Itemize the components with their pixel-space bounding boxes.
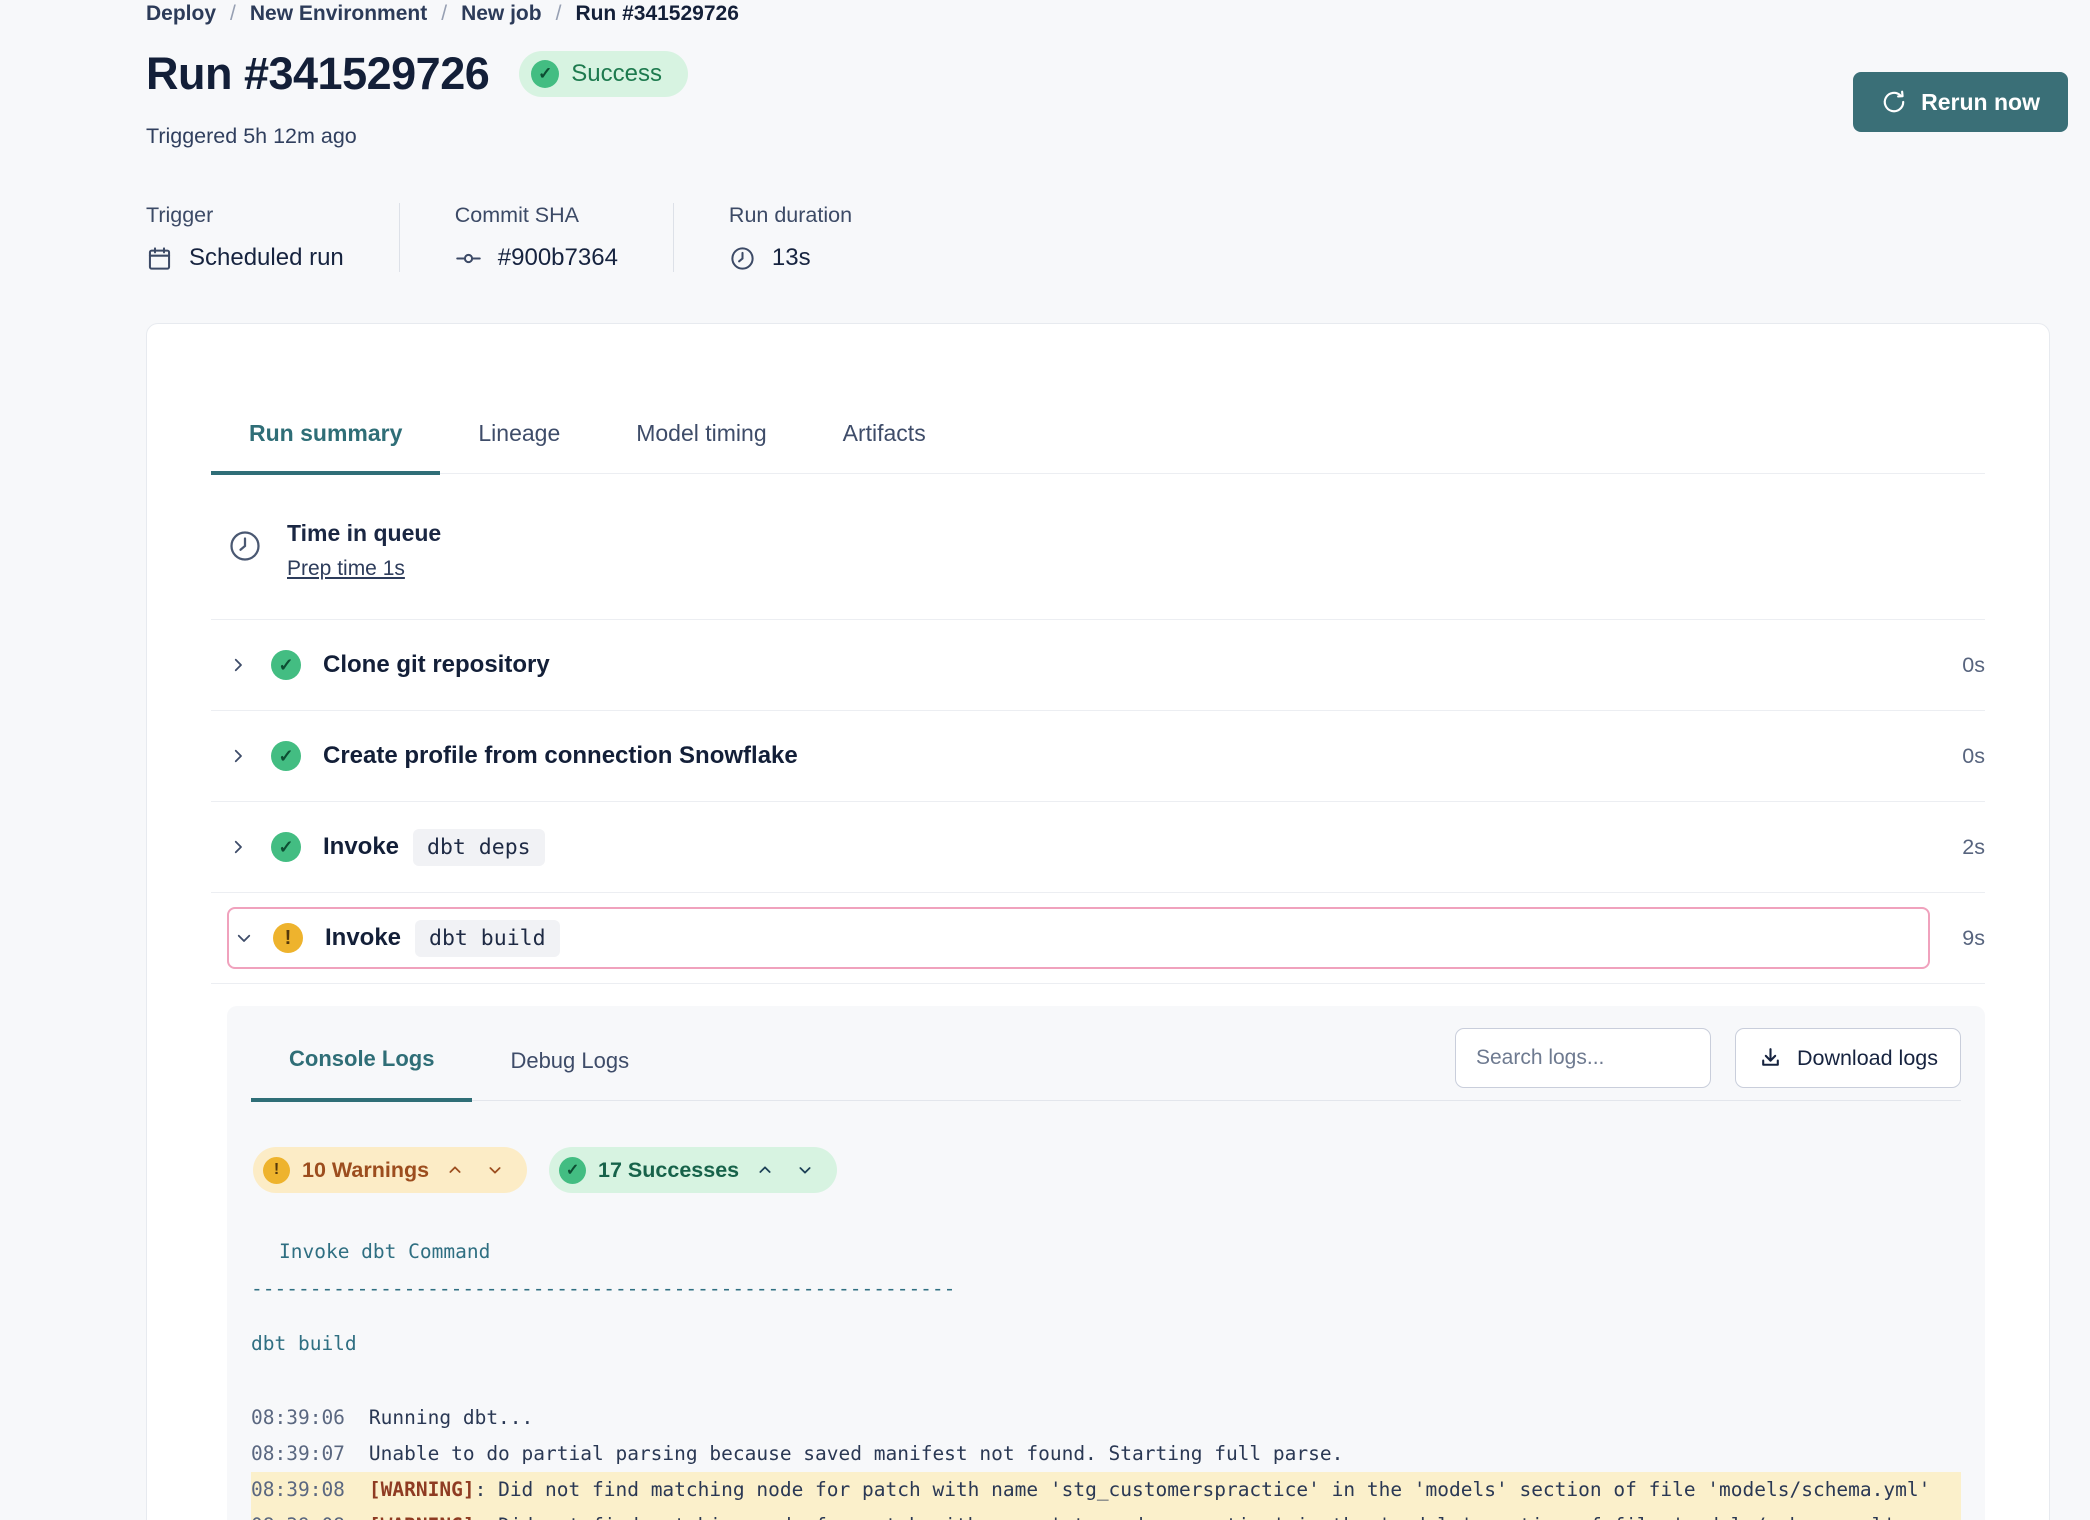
warning-label: [WARNING]	[369, 1514, 475, 1520]
breadcrumb-job[interactable]: New job	[461, 2, 542, 26]
console-log-output: Invoke dbt Command ---------------------…	[251, 1233, 1961, 1520]
run-tabs: Run summary Lineage Model timing Artifac…	[211, 410, 1985, 474]
warning-icon: !	[263, 1157, 290, 1184]
warnings-pill[interactable]: ! 10 Warnings	[253, 1147, 527, 1193]
run-summary-card: Run summary Lineage Model timing Artifac…	[146, 323, 2050, 1520]
commit-value: #900b7364	[498, 244, 618, 272]
breadcrumb-separator: /	[230, 2, 236, 26]
breadcrumb-separator: /	[441, 2, 447, 26]
clock-icon	[729, 245, 756, 272]
warnings-count: 10 Warnings	[302, 1158, 429, 1183]
breadcrumb-run: Run #341529726	[575, 2, 738, 26]
check-icon: ✓	[559, 1157, 586, 1184]
log-timestamp: 08:39:08	[251, 1478, 345, 1501]
time-in-queue-title: Time in queue	[287, 520, 441, 547]
breadcrumb: Deploy / New Environment / New job / Run…	[146, 2, 739, 26]
log-command: dbt build	[251, 1325, 1961, 1362]
log-message: : Did not find matching node for patch w…	[475, 1514, 1896, 1520]
success-check-icon: ✓	[271, 741, 301, 771]
step-title: Create profile from connection Snowflake	[323, 742, 798, 770]
meta-trigger: Trigger Scheduled run	[146, 203, 399, 272]
tab-lineage[interactable]: Lineage	[440, 410, 598, 473]
breadcrumb-deploy[interactable]: Deploy	[146, 2, 216, 26]
breadcrumb-separator: /	[556, 2, 562, 26]
step-title: Clone git repository	[323, 651, 550, 679]
meta-commit: Commit SHA #900b7364	[399, 203, 673, 272]
tab-debug-logs[interactable]: Debug Logs	[472, 1008, 667, 1100]
step-clone-git-repository[interactable]: ✓ Clone git repository 0s	[211, 620, 1985, 711]
warnings-next-button[interactable]	[481, 1158, 509, 1182]
log-timestamp: 08:39:06	[251, 1406, 345, 1429]
successes-count: 17 Successes	[598, 1158, 739, 1183]
log-timestamp: 08:39:07	[251, 1442, 345, 1465]
warning-label: [WARNING]	[369, 1478, 475, 1501]
trigger-value: Scheduled run	[189, 244, 344, 272]
log-command-header: Invoke dbt Command	[251, 1233, 1961, 1270]
prep-time-link[interactable]: Prep time 1s	[287, 557, 405, 581]
successes-pill[interactable]: ✓ 17 Successes	[549, 1147, 837, 1193]
rerun-now-label: Rerun now	[1921, 89, 2040, 116]
log-panel: Console Logs Debug Logs Download logs	[227, 1006, 1985, 1520]
download-icon	[1758, 1046, 1783, 1071]
commit-icon	[455, 245, 482, 272]
trigger-label: Trigger	[146, 203, 344, 228]
step-duration: 0s	[1962, 653, 1985, 678]
check-icon: ✓	[531, 60, 559, 88]
duration-label: Run duration	[729, 203, 852, 228]
step-invoke-dbt-build[interactable]: ! Invoke dbt build 9s	[211, 893, 1985, 984]
tab-model-timing[interactable]: Model timing	[598, 410, 804, 473]
step-duration: 9s	[1962, 926, 1985, 951]
refresh-icon	[1881, 89, 1907, 115]
calendar-icon	[146, 245, 173, 272]
status-badge-label: Success	[571, 60, 662, 88]
success-check-icon: ✓	[271, 832, 301, 862]
chevron-right-icon[interactable]	[227, 838, 249, 856]
tab-run-summary[interactable]: Run summary	[211, 410, 440, 475]
log-line: 08:39:06 Running dbt...	[251, 1400, 1961, 1436]
log-message: Unable to do partial parsing because sav…	[369, 1442, 1343, 1465]
expanded-step-box[interactable]: ! Invoke dbt build	[227, 907, 1930, 969]
download-logs-button[interactable]: Download logs	[1735, 1028, 1961, 1088]
log-line-warning: 08:39:08 [WARNING]: Did not find matching…	[251, 1472, 1961, 1508]
commit-label: Commit SHA	[455, 203, 618, 228]
chevron-down-icon[interactable]	[233, 929, 255, 947]
run-meta: Trigger Scheduled run Commit SHA #900b73…	[146, 203, 907, 272]
tab-console-logs[interactable]: Console Logs	[251, 1006, 472, 1102]
triggered-timestamp: Triggered 5h 12m ago	[146, 124, 357, 149]
duration-value: 13s	[772, 244, 811, 272]
step-title: Invoke	[323, 833, 399, 861]
run-detail-page: Deploy / New Environment / New job / Run…	[0, 0, 2090, 1520]
download-logs-label: Download logs	[1797, 1046, 1938, 1071]
log-separator: ----------------------------------------…	[251, 1270, 1961, 1307]
step-duration: 2s	[1962, 835, 1985, 860]
success-check-icon: ✓	[271, 650, 301, 680]
step-invoke-dbt-deps[interactable]: ✓ Invoke dbt deps 2s	[211, 802, 1985, 893]
queue-clock-icon	[227, 528, 263, 564]
warnings-prev-button[interactable]	[441, 1158, 469, 1182]
step-create-profile[interactable]: ✓ Create profile from connection Snowfla…	[211, 711, 1985, 802]
log-line-warning: 08:39:08 [WARNING]: Did not find matching…	[251, 1508, 1961, 1520]
log-timestamp: 08:39:08	[251, 1514, 345, 1520]
log-line: 08:39:07 Unable to do partial parsing bec…	[251, 1436, 1961, 1472]
search-logs-input[interactable]	[1455, 1028, 1711, 1088]
step-command-chip: dbt deps	[413, 829, 545, 866]
tab-artifacts[interactable]: Artifacts	[805, 410, 964, 473]
successes-prev-button[interactable]	[751, 1158, 779, 1182]
step-command-chip: dbt build	[415, 920, 560, 957]
meta-duration: Run duration 13s	[673, 203, 907, 272]
step-title: Invoke	[325, 924, 401, 952]
log-message: Running dbt...	[369, 1406, 533, 1429]
chevron-right-icon[interactable]	[227, 656, 249, 674]
log-message: : Did not find matching node for patch w…	[475, 1478, 1931, 1501]
warning-icon: !	[273, 923, 303, 953]
chevron-right-icon[interactable]	[227, 747, 249, 765]
successes-next-button[interactable]	[791, 1158, 819, 1182]
status-badge: ✓ Success	[519, 51, 688, 97]
breadcrumb-environment[interactable]: New Environment	[250, 2, 427, 26]
time-in-queue-block: Time in queue Prep time 1s	[211, 520, 1985, 620]
rerun-now-button[interactable]: Rerun now	[1853, 72, 2068, 132]
step-duration: 0s	[1962, 744, 1985, 769]
page-title: Run #341529726	[146, 48, 489, 100]
